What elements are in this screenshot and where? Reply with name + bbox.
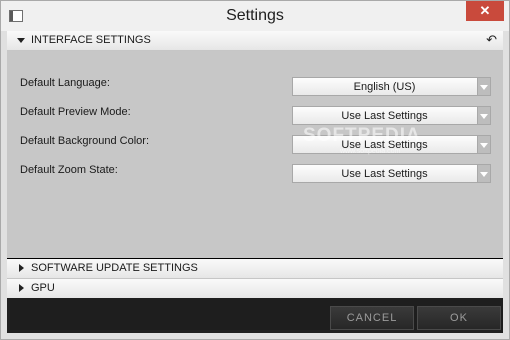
close-button[interactable]: ✕: [466, 1, 504, 21]
window-title: Settings: [226, 7, 284, 24]
software-update-settings-label: SOFTWARE UPDATE SETTINGS: [31, 262, 198, 274]
reset-icon[interactable]: ↶: [486, 32, 497, 48]
default-language-value: English (US): [353, 81, 416, 93]
dialog-footer: CANCEL OK: [7, 298, 503, 333]
default-zoom-state-dropdown[interactable]: Use Last Settings: [292, 164, 491, 183]
title-bar[interactable]: Settings ✕: [1, 1, 509, 31]
triangle-right-icon: [19, 264, 24, 272]
triangle-down-icon: [17, 38, 25, 43]
chevron-down-icon: [480, 143, 488, 148]
default-language-label: Default Language:: [20, 77, 110, 89]
dropdown-arrow-box[interactable]: [477, 136, 490, 153]
default-preview-mode-label: Default Preview Mode:: [20, 106, 131, 118]
triangle-right-icon: [19, 284, 24, 292]
chevron-down-icon: [480, 85, 488, 90]
default-preview-mode-dropdown[interactable]: Use Last Settings: [292, 106, 491, 125]
ok-button[interactable]: OK: [417, 306, 501, 330]
interface-settings-label: INTERFACE SETTINGS: [31, 34, 151, 46]
default-preview-mode-value: Use Last Settings: [341, 110, 428, 122]
dropdown-arrow-box[interactable]: [477, 165, 490, 182]
cancel-button[interactable]: CANCEL: [330, 306, 414, 330]
watermark-logo: SOFTPEDIA: [303, 125, 421, 146]
default-zoom-state-value: Use Last Settings: [341, 168, 428, 180]
interface-settings-panel: Default Language: English (US) Default P…: [7, 51, 503, 258]
gpu-label: GPU: [31, 282, 55, 294]
interface-settings-header[interactable]: INTERFACE SETTINGS ↶: [7, 31, 503, 51]
chevron-down-icon: [480, 172, 488, 177]
settings-window: Settings ✕ INTERFACE SETTINGS ↶ Default …: [0, 0, 510, 340]
default-background-color-label: Default Background Color:: [20, 135, 150, 147]
default-zoom-state-label: Default Zoom State:: [20, 164, 118, 176]
settings-content: INTERFACE SETTINGS ↶ Default Language: E…: [7, 31, 503, 333]
default-language-dropdown[interactable]: English (US): [292, 77, 491, 96]
software-update-settings-header[interactable]: SOFTWARE UPDATE SETTINGS: [7, 259, 503, 279]
dropdown-arrow-box[interactable]: [477, 78, 490, 95]
watermark-url: www.softpedia.com: [340, 148, 401, 155]
gpu-header[interactable]: GPU: [7, 279, 503, 299]
dropdown-arrow-box[interactable]: [477, 107, 490, 124]
chevron-down-icon: [480, 114, 488, 119]
